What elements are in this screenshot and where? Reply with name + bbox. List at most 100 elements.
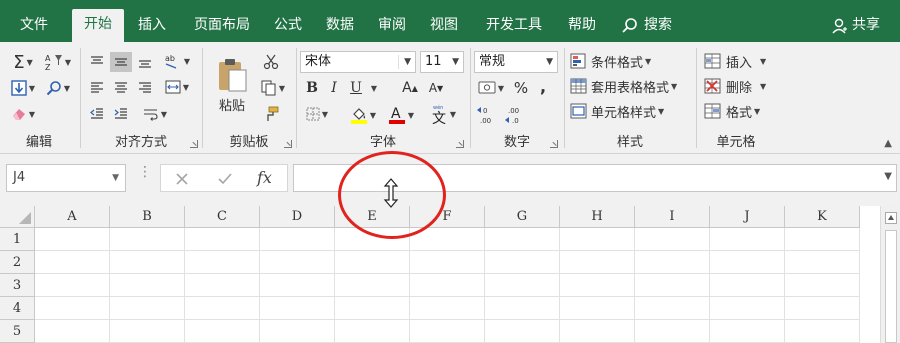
column-header[interactable]: G (485, 206, 560, 228)
orientation-button[interactable]: ab ▼ (162, 50, 192, 72)
cell[interactable] (335, 251, 410, 274)
cell[interactable] (260, 297, 335, 320)
tab-file[interactable]: 文件 (10, 10, 58, 42)
column-header[interactable]: A (35, 206, 110, 228)
cell[interactable] (110, 320, 185, 343)
decrease-indent-button[interactable] (86, 104, 108, 124)
percent-button[interactable]: % (512, 78, 530, 98)
cell[interactable] (485, 297, 560, 320)
accounting-format-button[interactable]: ▼ (474, 78, 508, 98)
align-top-button[interactable] (86, 52, 108, 72)
wrap-text-button[interactable]: ▼ (140, 104, 170, 124)
cell[interactable] (635, 251, 710, 274)
cell[interactable] (260, 274, 335, 297)
tab-developer[interactable]: 开发工具 (476, 10, 552, 42)
cell[interactable] (410, 297, 485, 320)
tab-page-layout[interactable]: 页面布局 (182, 10, 262, 42)
cell-styles-button[interactable]: 单元格样式 ▼ (570, 101, 664, 121)
paste-button[interactable]: 粘贴 (212, 50, 252, 120)
formula-bar-grip[interactable]: ⋮ (138, 165, 152, 179)
cell[interactable] (185, 251, 260, 274)
cell[interactable] (110, 228, 185, 251)
cell[interactable] (785, 297, 860, 320)
cell[interactable] (35, 320, 110, 343)
column-header[interactable]: H (560, 206, 635, 228)
cell[interactable] (485, 251, 560, 274)
tab-home[interactable]: 开始 (72, 9, 124, 42)
cell[interactable] (260, 251, 335, 274)
cell[interactable] (35, 228, 110, 251)
phonetic-guide-button[interactable]: wén 文 ▼ (426, 102, 460, 126)
cell[interactable] (110, 274, 185, 297)
autosum-button[interactable]: Σ ▼ (6, 52, 40, 73)
cell[interactable] (560, 228, 635, 251)
cell[interactable] (710, 297, 785, 320)
cell[interactable] (485, 228, 560, 251)
cell[interactable] (560, 251, 635, 274)
insert-function-button[interactable]: fx (257, 168, 272, 187)
align-right-button[interactable] (134, 78, 156, 98)
cell[interactable] (185, 320, 260, 343)
cell[interactable] (410, 320, 485, 343)
find-select-button[interactable]: ▼ (42, 78, 74, 98)
cell[interactable] (335, 320, 410, 343)
tab-insert[interactable]: 插入 (128, 10, 176, 42)
delete-cells-button[interactable]: 删除 ▼ (704, 76, 766, 96)
clipboard-launcher[interactable] (284, 140, 292, 148)
align-middle-button[interactable] (110, 52, 132, 72)
number-format-dropdown[interactable]: 常规 ▼ (474, 51, 558, 73)
increase-decimal-button[interactable]: 0 .00 (474, 104, 500, 126)
comma-style-button[interactable]: , (534, 76, 552, 96)
insert-cells-button[interactable]: 插入 ▼ (704, 51, 766, 71)
row-header[interactable]: 4 (0, 297, 35, 320)
font-name-dropdown[interactable]: 宋体 ▼ (300, 51, 416, 73)
align-center-button[interactable] (110, 78, 132, 98)
cell[interactable] (260, 228, 335, 251)
cell[interactable] (335, 274, 410, 297)
align-left-button[interactable] (86, 78, 108, 98)
bold-button[interactable]: B (302, 78, 322, 98)
grow-font-button[interactable]: A ▲ (398, 78, 422, 98)
format-painter-button[interactable] (258, 104, 284, 124)
column-header[interactable]: K (785, 206, 860, 228)
cell[interactable] (35, 251, 110, 274)
underline-button[interactable]: U (346, 78, 366, 98)
cell[interactable] (485, 274, 560, 297)
fill-color-button[interactable]: ▼ (346, 104, 380, 126)
underline-dropdown[interactable]: ▼ (366, 78, 380, 98)
cell[interactable] (335, 297, 410, 320)
font-size-dropdown[interactable]: 11 ▼ (420, 51, 464, 73)
decrease-decimal-button[interactable]: .00 .0 (502, 104, 528, 126)
italic-button[interactable]: I (324, 78, 344, 98)
cancel-icon[interactable] (175, 172, 189, 186)
cell[interactable] (110, 251, 185, 274)
cell[interactable] (185, 274, 260, 297)
column-header[interactable]: J (710, 206, 785, 228)
cell[interactable] (710, 228, 785, 251)
vertical-scrollbar[interactable] (880, 206, 900, 343)
clear-button[interactable]: ▼ (6, 104, 40, 124)
cell[interactable] (785, 228, 860, 251)
cell[interactable] (560, 320, 635, 343)
merge-center-button[interactable]: ▼ (162, 76, 192, 98)
expand-formula-bar-icon[interactable]: ▼ (884, 171, 892, 182)
cell[interactable] (560, 274, 635, 297)
conditional-formatting-button[interactable]: 条件格式 ▼ (570, 51, 651, 71)
cell[interactable] (185, 297, 260, 320)
row-header[interactable]: 5 (0, 320, 35, 343)
shrink-font-button[interactable]: A ▼ (424, 78, 448, 98)
alignment-launcher[interactable] (190, 140, 198, 148)
align-bottom-button[interactable] (134, 52, 156, 72)
cell[interactable] (35, 297, 110, 320)
column-header[interactable]: B (110, 206, 185, 228)
borders-button[interactable]: ▼ (300, 104, 334, 124)
cell[interactable] (710, 320, 785, 343)
cell[interactable] (635, 297, 710, 320)
format-cells-button[interactable]: 格式 ▼ (704, 101, 760, 121)
sort-filter-button[interactable]: A Z ▼ (42, 52, 74, 72)
row-header[interactable]: 1 (0, 228, 35, 251)
cell[interactable] (785, 251, 860, 274)
search-tab[interactable]: 搜索 (620, 10, 672, 42)
tab-formulas[interactable]: 公式 (266, 10, 310, 42)
select-all-button[interactable] (0, 206, 35, 228)
